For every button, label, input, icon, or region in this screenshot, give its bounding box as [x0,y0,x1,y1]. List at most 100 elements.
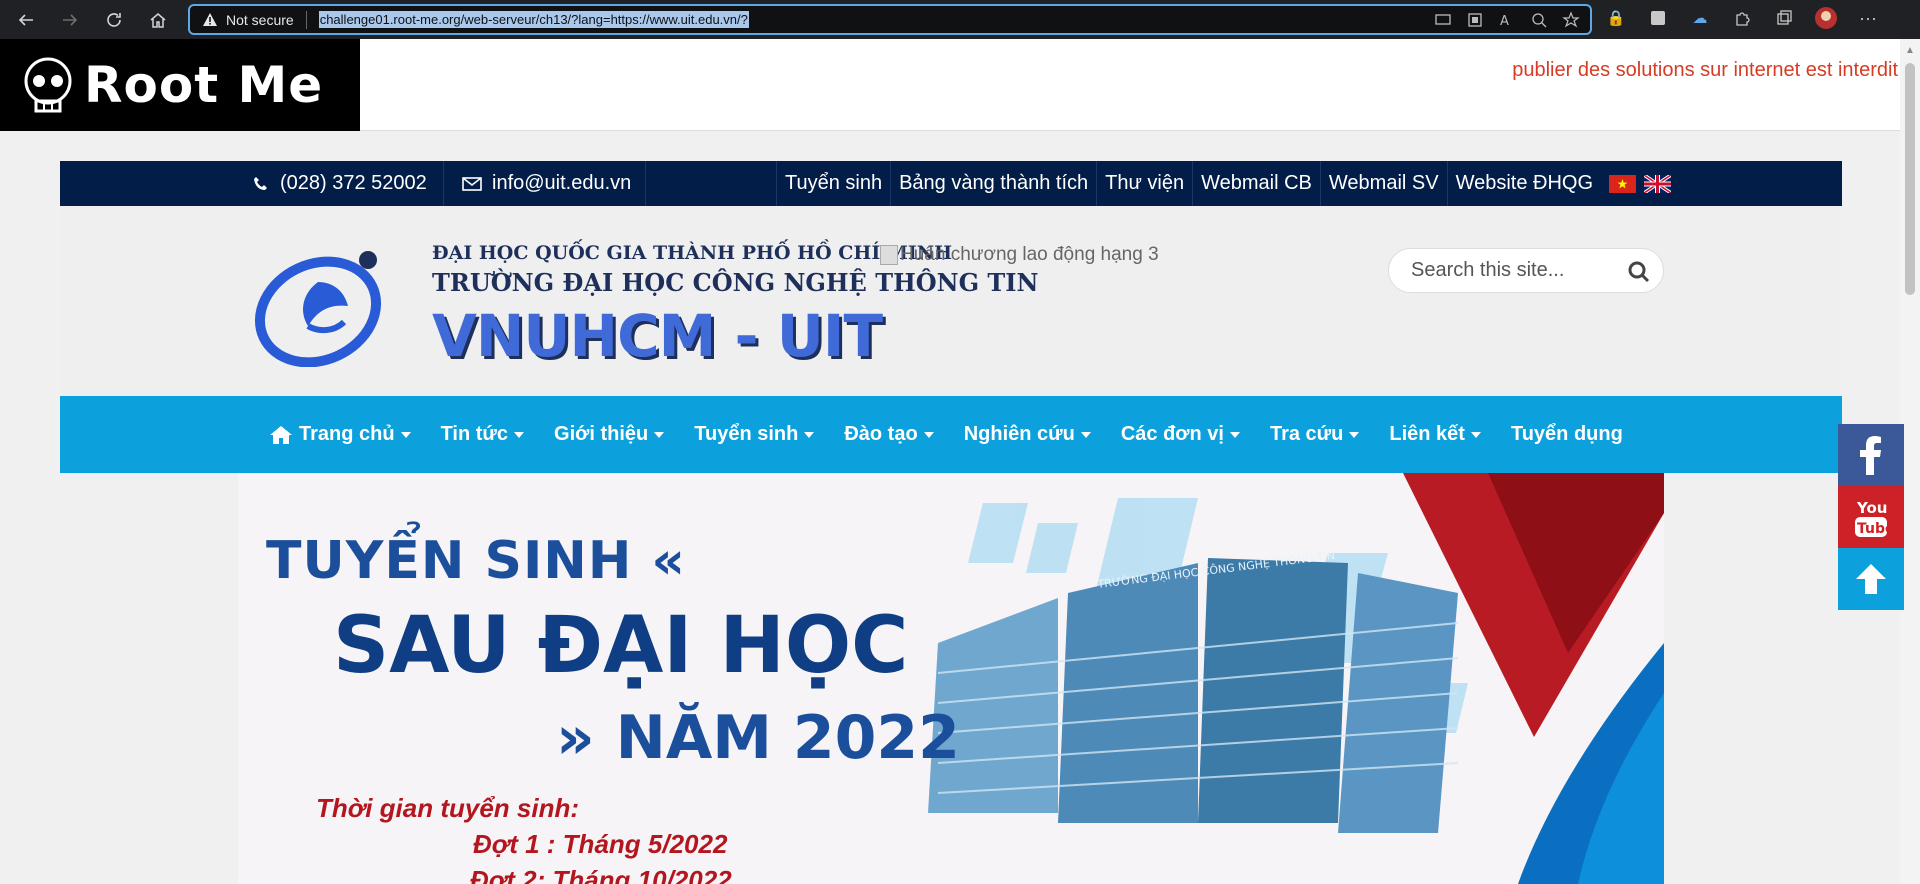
uk-flag-icon[interactable] [1644,174,1672,193]
topbar-link-website-dhqg[interactable]: Website ĐHQG [1446,161,1601,206]
lock-extension-icon[interactable]: 🔒 [1604,6,1628,30]
menu-item-label: Tra cứu [1269,423,1344,445]
menu-item-lien-ket[interactable]: Liên kết [1374,396,1496,473]
mail-icon [462,176,482,191]
menu-item-label: Liên kết [1389,423,1465,445]
address-separator [305,10,307,29]
facebook-button[interactable] [1838,424,1904,486]
menu-item-nghien-cuu[interactable]: Nghiên cứu [949,396,1106,473]
puzzle-icon[interactable] [1730,6,1754,30]
youtube-button[interactable]: You Tube [1838,486,1904,548]
favorite-star-icon[interactable] [1562,11,1580,29]
banner-round-2: Đợt 2: Tháng 10/2022 [470,865,732,884]
back-arrow-icon [18,13,33,26]
menu-item-tuyen-sinh[interactable]: Tuyển sinh [679,396,829,473]
medal-broken-image: Huân chương lao động hạng 3 [880,244,1159,266]
menu-item-tra-cuu[interactable]: Tra cứu [1255,396,1374,473]
home-icon [270,425,292,444]
topbar-link-bang-vang[interactable]: Bảng vàng thành tích [890,161,1096,206]
chevron-down-icon [923,431,934,438]
menu-item-home[interactable]: Trang chủ [254,396,426,473]
contact-phone[interactable]: (028) 372 52002 [252,161,444,206]
browser-toolbar: Not secure challenge01.root-me.org/web-s… [0,0,1920,39]
scroll-up-arrow-icon[interactable]: ▲ [1905,45,1915,56]
social-floating-bar: You Tube [1838,424,1904,610]
site-branding: ĐẠI HỌC QUỐC GIA THÀNH PHỐ HỒ CHÍ MINH T… [60,206,1842,396]
zoom-icon[interactable] [1530,11,1548,29]
svg-text:You: You [1856,499,1887,517]
chevron-down-icon [1229,431,1240,438]
chevron-down-icon [1349,431,1360,438]
extension-icon[interactable] [1646,6,1670,30]
skull-icon [24,57,72,113]
rootme-warning: publier des solutions sur internet est i… [1512,59,1898,81]
menu-item-home-label: Trang chủ [299,423,395,445]
phone-icon [254,176,267,190]
more-menu-icon[interactable]: ··· [1856,6,1880,30]
uit-logo[interactable] [248,242,398,367]
banner-time-label: Thời gian tuyển sinh: [316,793,580,823]
main-menu: Trang chủ Tin tức Giới thiệu Tuyển sinh … [60,396,1842,473]
search-input[interactable] [1409,258,1619,283]
email-address: info@uit.edu.vn [492,172,632,194]
menu-item-label: Giới thiệu [554,423,649,445]
banner-title-3: » NĂM 2022 [556,703,960,773]
scrollbar-thumb[interactable] [1905,63,1915,295]
rootme-logo[interactable]: Root Me [0,39,360,131]
chevron-down-icon [1470,431,1481,438]
home-icon [150,12,166,28]
vietnam-flag-icon[interactable] [1609,174,1637,193]
medal-alt-text: Huân chương lao động hạng 3 [900,244,1159,265]
topbar-link-thu-vien[interactable]: Thư viện [1096,161,1192,206]
chevron-down-icon [514,431,525,438]
scroll-to-top-button[interactable] [1838,548,1904,610]
warning-icon [203,12,217,26]
banner-title-1: TUYỂN SINH « [266,531,687,591]
home-button[interactable] [140,2,176,38]
menu-item-cac-don-vi[interactable]: Các đơn vị [1106,396,1255,473]
collections-icon[interactable] [1772,6,1796,30]
search-icon[interactable] [1627,260,1651,284]
profile-avatar-icon[interactable] [1814,6,1838,30]
chevron-down-icon [400,431,411,438]
reload-button[interactable] [96,2,132,38]
apps-icon[interactable] [1466,11,1484,29]
menu-item-dao-tao[interactable]: Đào tạo [829,396,948,473]
address-bar[interactable]: Not secure challenge01.root-me.org/web-s… [188,4,1592,35]
read-aloud-icon[interactable]: A [1498,11,1516,29]
security-indicator[interactable]: Not secure [202,12,294,28]
svg-text:A: A [1500,14,1509,29]
menu-item-label: Tuyển sinh [694,423,799,445]
topbar-link-webmail-sv[interactable]: Webmail SV [1319,161,1447,206]
forward-button[interactable] [52,2,88,38]
site-topbar: (028) 372 52002 info@uit.edu.vn Tuyển si… [60,161,1842,206]
reload-icon [107,12,121,27]
menu-item-tin-tuc[interactable]: Tin tức [426,396,539,473]
chevron-down-icon [1080,431,1091,438]
url-text[interactable]: challenge01.root-me.org/web-serveur/ch13… [318,11,749,28]
topbar-link-webmail-cb[interactable]: Webmail CB [1192,161,1320,206]
back-button[interactable] [8,2,44,38]
menu-item-label: Đào tạo [844,423,918,445]
chevron-down-icon [654,431,665,438]
forward-arrow-icon [63,13,78,26]
cast-icon[interactable] [1434,11,1452,29]
phone-number: (028) 372 52002 [280,172,427,194]
contact-email[interactable]: info@uit.edu.vn [446,161,647,206]
topbar-links: Tuyển sinh Bảng vàng thành tích Thư viện… [776,161,1672,206]
menu-item-label: Nghiên cứu [963,423,1075,445]
rootme-header: Root Me publier des solutions sur intern… [0,39,1900,131]
chevron-down-icon [804,431,815,438]
hero-banner[interactable]: TRƯỜNG ĐẠI HỌC CÔNG NGHỆ THÔNG TIN TUYỂN… [238,473,1664,884]
cloud-icon[interactable]: ☁ [1688,6,1712,30]
topbar-link-tuyen-sinh[interactable]: Tuyển sinh [776,161,890,206]
menu-item-tuyen-dung[interactable]: Tuyển dụng [1496,396,1638,473]
extensions-area: 🔒 ☁ ··· [1604,6,1880,30]
banner-title-2: SAU ĐẠI HỌC [333,601,909,691]
menu-item-gioi-thieu[interactable]: Giới thiệu [539,396,679,473]
broken-image-icon [880,245,898,265]
banner-round-1: Đợt 1 : Tháng 5/2022 [473,829,728,859]
brand-line-school: TRƯỜNG ĐẠI HỌC CÔNG NGHỆ THÔNG TIN [432,268,1039,297]
address-bar-actions: A [1434,11,1580,29]
site-search [1388,248,1664,293]
